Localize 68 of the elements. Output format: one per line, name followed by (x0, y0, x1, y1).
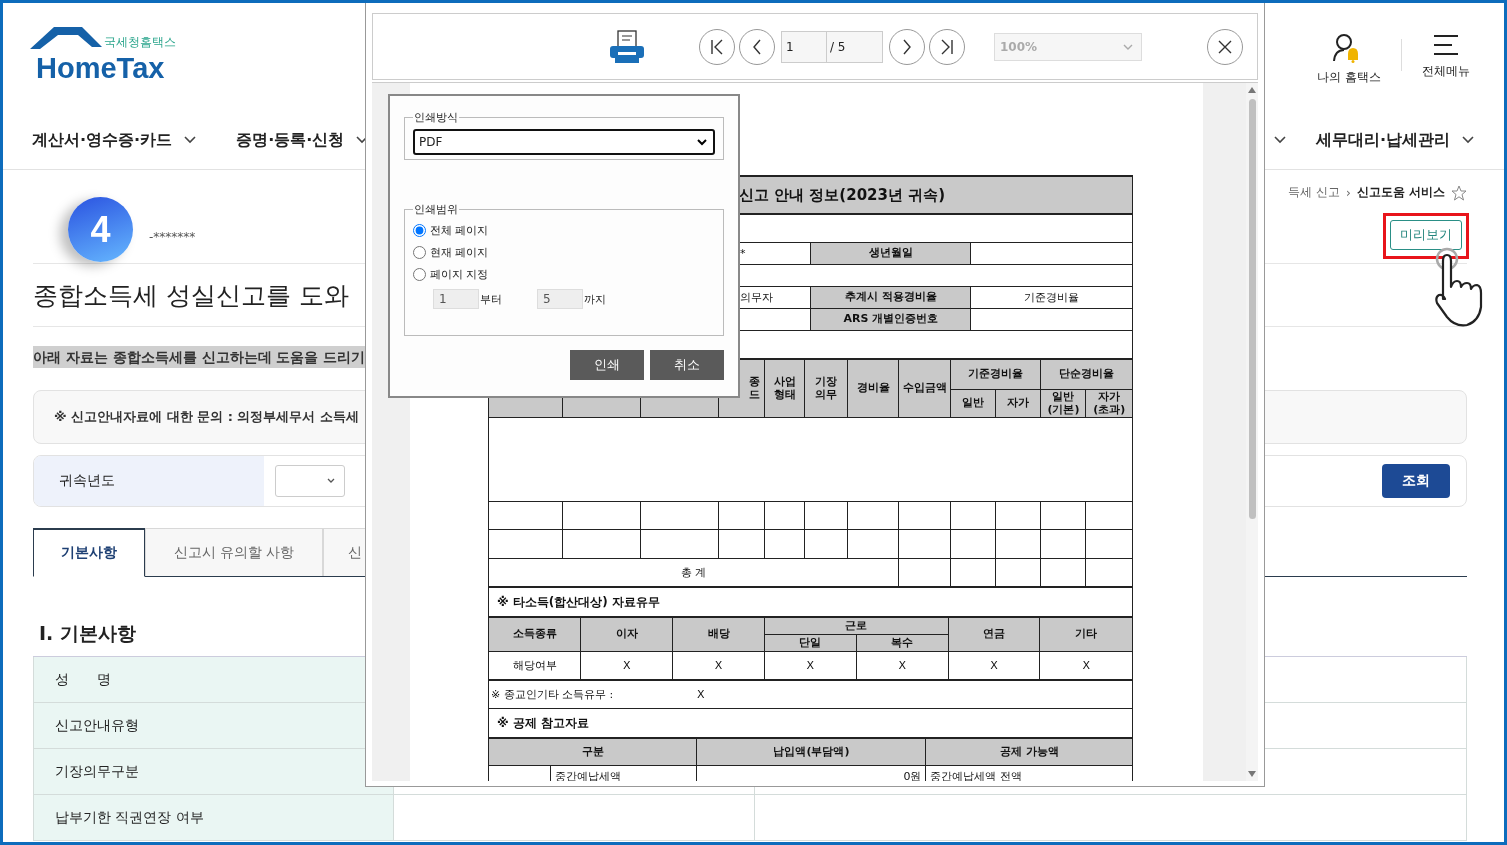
table-header-cell: 사업 형태 (764, 359, 805, 418)
table-cell: X (672, 651, 765, 680)
page-from-field[interactable]: 1 (433, 289, 479, 309)
inquiry-text: ※ 신고안내자료에 대한 문의 : 의정부세무서 소득세 (54, 408, 359, 426)
table-header-cell: 배당 (672, 617, 765, 652)
fieldset-legend: 인쇄범위 (413, 202, 459, 217)
table-header-cell: ARS 개별인증번호 (810, 308, 971, 331)
table-cell: X (856, 651, 949, 680)
table-header-cell: 수입금액 (898, 359, 951, 418)
note-mark: X (696, 688, 705, 701)
breadcrumb-link[interactable]: 신고도움 서비스 (1356, 184, 1445, 201)
tab[interactable]: 신고시 유의할 사항 (145, 528, 323, 576)
radio-label: 페이지 지정 (430, 266, 489, 282)
table-cell-text: * (739, 247, 746, 260)
logo-subtitle: 국세청홈택스 (104, 33, 177, 51)
table-header-cell: 연금 (948, 617, 1040, 652)
table-header-cell: 기준경비율 (950, 359, 1041, 390)
table-cell: X (580, 651, 673, 680)
table-label-cell: 납부기한 직권연장 여부 (33, 795, 393, 840)
tab[interactable]: 기본사항 (33, 528, 145, 577)
table-header-cell: 구분 (488, 738, 697, 766)
note-text: ※ 종교인기타 소득유무 : (489, 687, 615, 702)
table-cell: X (764, 651, 857, 680)
document-title: 신고 안내 정보(2023년 귀속) (738, 185, 946, 205)
table-cell: 해당여부 (488, 651, 581, 680)
table-header-cell: 경비율 (847, 359, 899, 418)
fieldset-legend: 인쇄방식 (413, 110, 459, 125)
table-header-cell: 납입액(부담액) (696, 738, 926, 766)
section-heading: Ⅰ. 기본사항 (39, 621, 136, 646)
nav-menu-item[interactable]: 세무대리·납세관리 (1315, 129, 1474, 151)
cancel-button[interactable]: 취소 (650, 350, 724, 380)
table-cell: X (948, 651, 1040, 680)
year-label: 귀속년도 (34, 456, 264, 506)
table-header-cell: 근로 (764, 617, 949, 635)
table-header-cell: 소득종류 (488, 617, 581, 652)
search-button[interactable]: 조회 (1382, 464, 1450, 498)
nav-menu-item[interactable]: 증명·등록·신청 (236, 129, 369, 151)
field-label: 부터 (480, 291, 502, 307)
radio-label: 전체 페이지 (430, 222, 489, 238)
table-header-cell: 기타 (1039, 617, 1132, 652)
page-number-field[interactable]: 1 / 5 (781, 30, 883, 63)
table-cell: 총 계 (488, 558, 899, 587)
field-label: 까지 (584, 291, 606, 307)
logo-wordmark[interactable]: HomeTax (36, 53, 190, 83)
all-menu-link[interactable]: 전체메뉴 (1422, 33, 1470, 80)
my-account-link[interactable]: 나의 홈택스 (1317, 33, 1381, 86)
masked-name: -******* (149, 230, 196, 244)
document-section-title: ※ 타소득(합산대상) 자료유무 (496, 593, 660, 611)
table-header-cell: 공제 가능액 (925, 738, 1132, 766)
table-header-cell: 추계시 적용경비율 (810, 286, 971, 309)
table-cell-text: 의무자 (739, 291, 773, 304)
table-header-cell: 이자 (580, 617, 673, 652)
preview-button[interactable]: 미리보기 (1390, 220, 1462, 250)
tab[interactable]: 신 (323, 528, 366, 576)
page-title: 종합소득세 성실신고를 도와 (33, 279, 349, 312)
table-header-cell: 기장 의무 (804, 359, 848, 418)
page-to-field[interactable]: 5 (537, 289, 583, 309)
table-header-cell: 생년월일 (810, 242, 971, 265)
step-number-badge: 4 (68, 197, 133, 262)
breadcrumb-link[interactable]: 득세 신고 (1288, 184, 1340, 201)
print-button[interactable]: 인쇄 (570, 350, 644, 380)
table-label-cell: 기장의무구분 (33, 749, 393, 794)
table-header-cell: 단순경비율 (1040, 359, 1132, 390)
radio-label: 현재 페이지 (430, 244, 489, 260)
nav-menu-item[interactable]: 계산서·영수증·카드 (32, 129, 197, 151)
breadcrumb-separator: › (1346, 185, 1351, 200)
print-method-select[interactable]: PDF (413, 129, 715, 155)
document-section-title: ※ 공제 참고자료 (496, 714, 589, 732)
